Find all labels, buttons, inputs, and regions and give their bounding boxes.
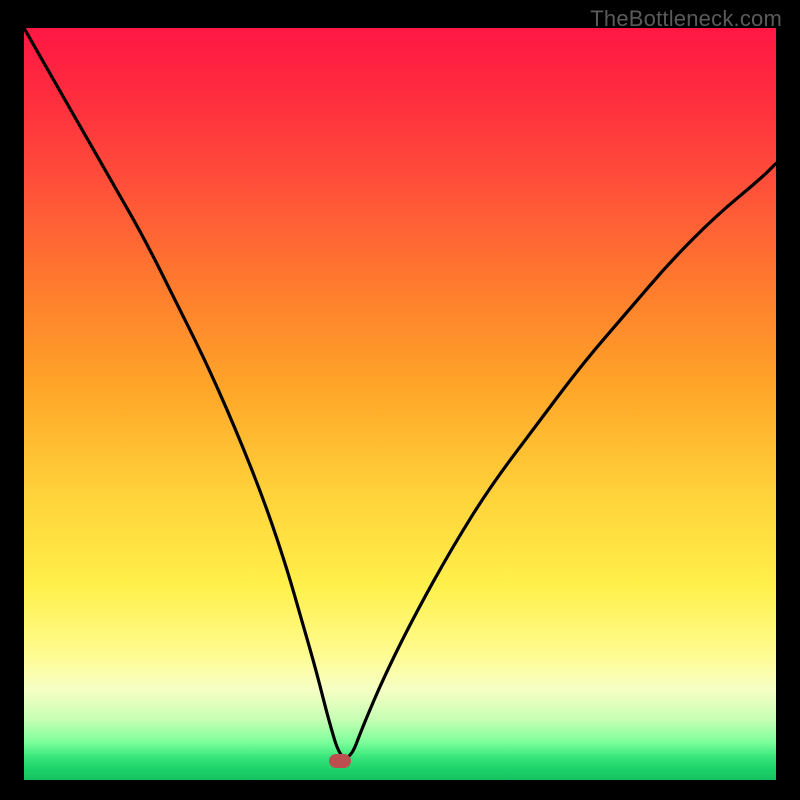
chart-frame: TheBottleneck.com [0,0,800,800]
optimal-marker [329,754,351,768]
curve-svg [24,28,776,780]
plot-area [24,28,776,780]
watermark-text: TheBottleneck.com [590,6,782,32]
bottleneck-curve [24,28,776,757]
